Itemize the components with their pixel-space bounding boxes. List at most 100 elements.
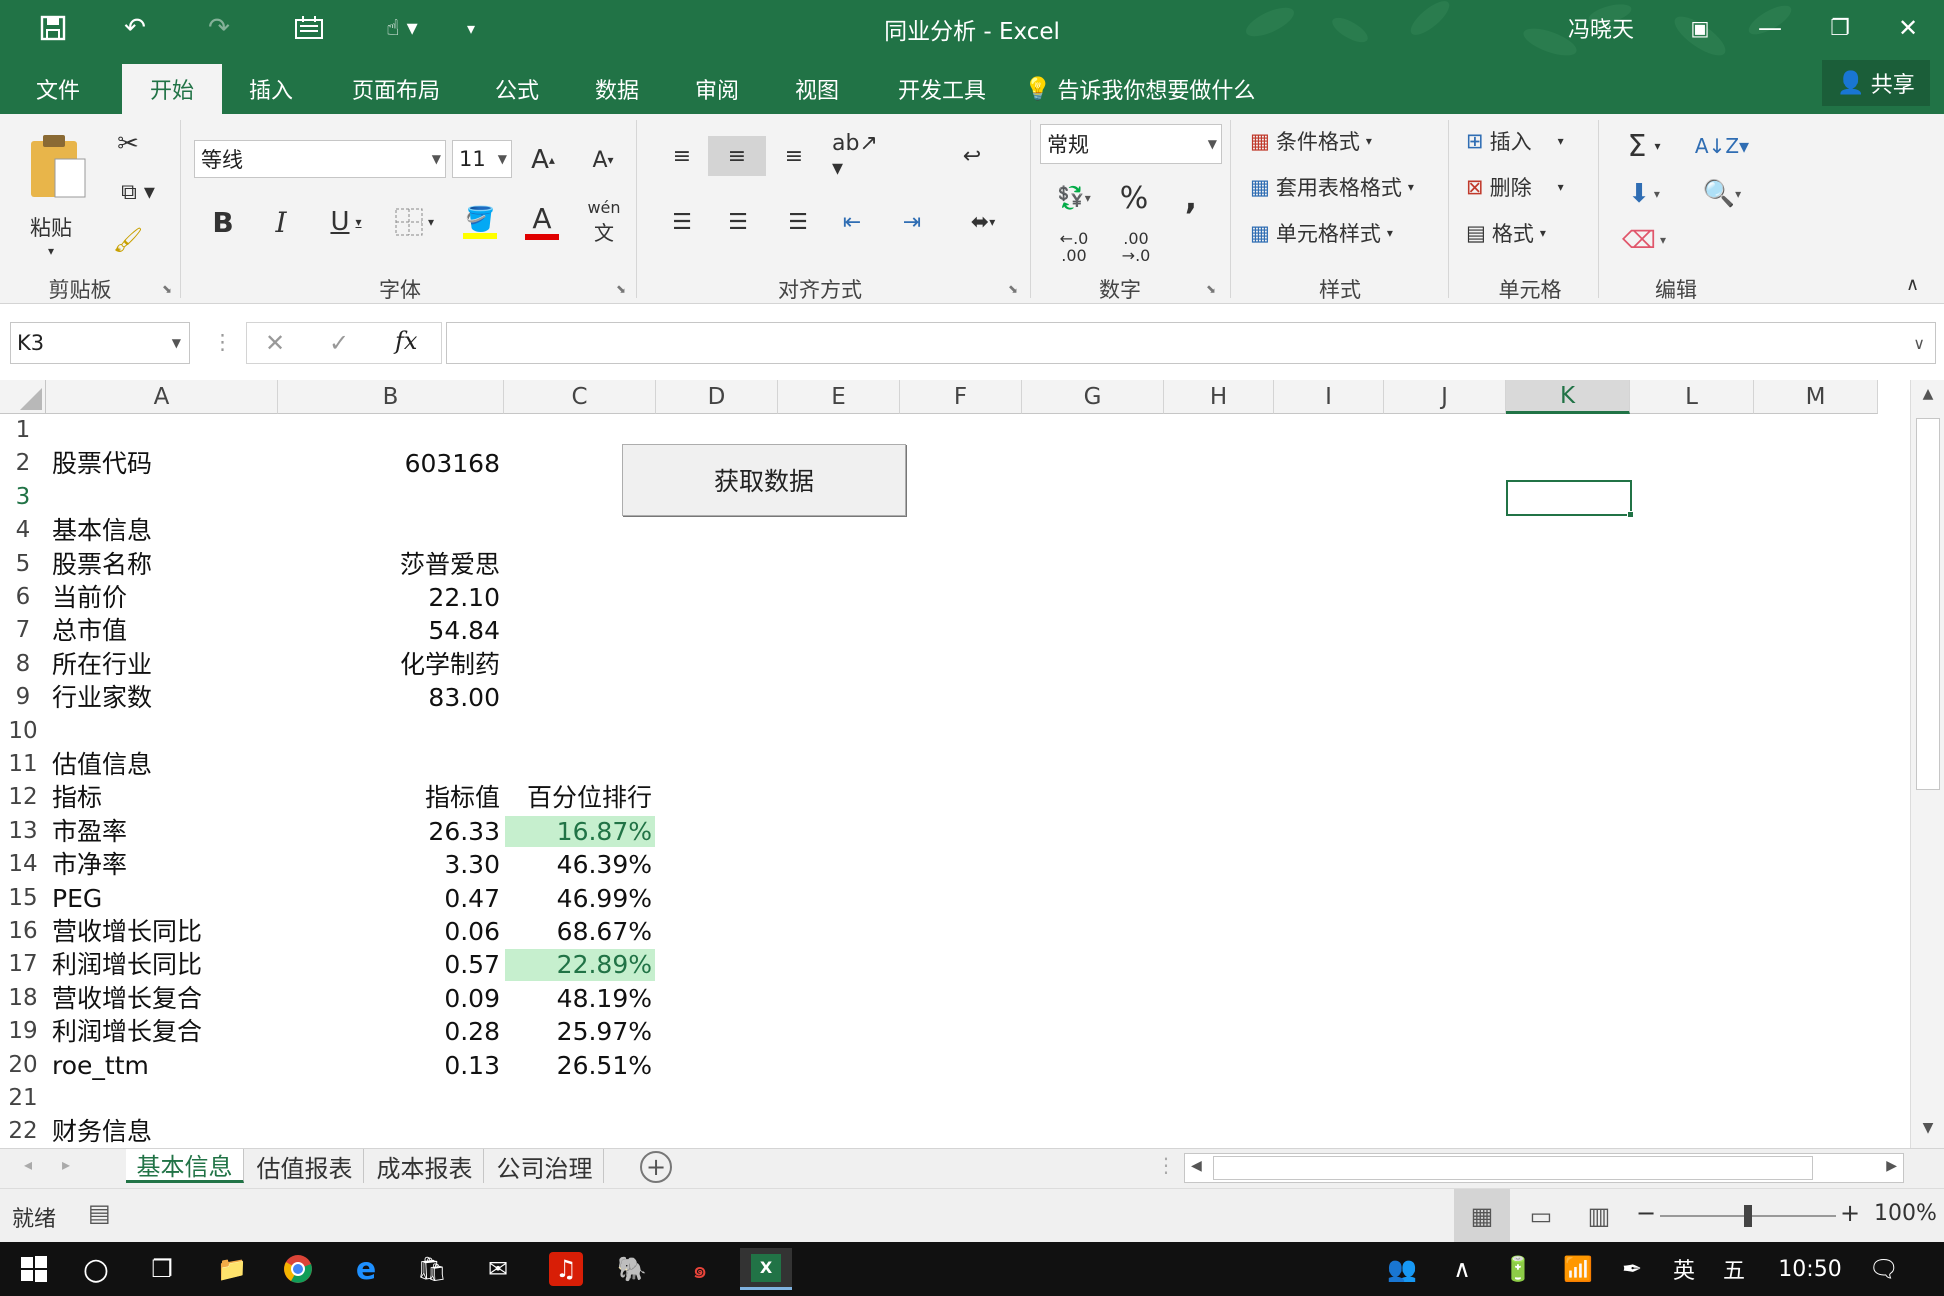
row-header-13[interactable]: 13 [0,815,46,848]
tell-me-box[interactable]: 💡 告诉我你想要做什么 [1024,64,1264,114]
decrease-indent-icon[interactable]: ⇤ [830,202,874,242]
cell-a6[interactable]: 当前价 [52,581,127,614]
postgres-elephant-icon[interactable]: 🐘 [606,1248,658,1290]
battery-icon[interactable]: 🔋 [1492,1248,1544,1290]
align-right-icon[interactable]: ☰ [776,202,820,242]
share-button[interactable]: 👤 共享 [1822,60,1930,106]
column-header-i[interactable]: I [1274,380,1384,414]
tab-page-layout[interactable]: 页面布局 [334,64,458,114]
bottom-align-icon[interactable]: ≡ [772,136,816,176]
insert-function-icon[interactable]: fx [395,327,417,355]
cell-b9[interactable]: 83.00 [278,681,500,714]
cell-b5[interactable]: 莎普爱思 [278,548,500,581]
decrease-decimal-icon[interactable]: .00 →.0 [1112,224,1160,270]
app-swirl-icon[interactable]: ๑ [674,1248,726,1290]
cell-b7[interactable]: 54.84 [278,614,500,647]
cell-b14[interactable]: 3.30 [278,848,500,881]
column-header-c[interactable]: C [504,380,656,414]
row-header-20[interactable]: 20 [0,1049,46,1082]
increase-decimal-icon[interactable]: ←.0 .00 [1050,224,1098,270]
cell-b12[interactable]: 指标值 [278,781,500,814]
wifi-icon[interactable]: 📶 [1552,1248,1604,1290]
cell-b13[interactable]: 26.33 [278,815,500,848]
sheet-tab-governance[interactable]: 公司治理 [486,1149,604,1183]
font-color-icon[interactable]: A [512,200,572,244]
excel-taskbar-icon[interactable]: X [740,1248,792,1290]
clipboard-launcher-icon[interactable]: ⬊ [162,282,172,296]
clear-icon[interactable]: ⌫ ▾ [1614,218,1674,262]
cell-a19[interactable]: 利润增长复合 [52,1015,202,1048]
restore-icon[interactable]: ❐ [1812,6,1868,50]
pen-icon[interactable]: ✒ [1606,1248,1658,1290]
cut-icon[interactable]: ✂ [108,126,148,162]
scroll-down-icon[interactable]: ▼ [1915,1120,1941,1144]
column-header-a[interactable]: A [46,380,278,414]
row-header-3[interactable]: 3 [0,481,46,514]
tab-home[interactable]: 开始 [122,64,222,114]
cell-a15[interactable]: PEG [52,882,102,915]
cell-styles-button[interactable]: ▦ 单元格样式 ▾ [1250,218,1393,248]
sheet-tab-cost[interactable]: 成本报表 [366,1149,484,1183]
cell-a11[interactable]: 估值信息 [52,748,152,781]
shrink-font-icon[interactable]: A ▾ [586,142,620,178]
align-center-icon[interactable]: ☰ [716,202,760,242]
number-format-field[interactable]: 常规 ▼ [1040,124,1222,164]
cell-a12[interactable]: 指标 [52,781,102,814]
vertical-scroll-thumb[interactable] [1916,418,1940,790]
clock-time[interactable]: 10:50 [1770,1248,1850,1290]
action-center-icon[interactable]: 🗨 [1858,1248,1910,1290]
fetch-data-button[interactable]: 获取数据 [622,444,906,516]
column-header-d[interactable]: D [656,380,778,414]
merge-center-icon[interactable]: ⬌ ▾ [948,202,1018,242]
cell-c14[interactable]: 46.39% [504,848,652,881]
cell-b16[interactable]: 0.06 [278,915,500,948]
cell-c19[interactable]: 25.97% [504,1015,652,1048]
row-header-15[interactable]: 15 [0,882,46,915]
cell-a7[interactable]: 总市值 [52,614,127,647]
prev-sheet-icon[interactable]: ◂ [24,1155,32,1174]
row-header-14[interactable]: 14 [0,848,46,881]
cell-a13[interactable]: 市盈率 [52,815,127,848]
windows-start-icon[interactable] [8,1248,60,1290]
formula-bar-handle-icon[interactable]: ⋮ [212,330,233,354]
vertical-scrollbar[interactable]: ▲ ▼ [1910,380,1944,1148]
cell-a2[interactable]: 股票代码 [52,447,152,480]
cell-b2[interactable]: 603168 [278,447,500,480]
ribbon-display-options-icon[interactable]: ▣ [1672,6,1728,50]
cell-c15[interactable]: 46.99% [504,882,652,915]
tray-chevron-icon[interactable]: ∧ [1436,1248,1488,1290]
column-header-b[interactable]: B [278,380,504,414]
increase-indent-icon[interactable]: ⇥ [890,202,934,242]
format-as-table-button[interactable]: ▦ 套用表格格式 ▾ [1250,172,1414,202]
cell-b18[interactable]: 0.09 [278,982,500,1015]
row-header-16[interactable]: 16 [0,915,46,948]
column-header-h[interactable]: H [1164,380,1274,414]
row-header-10[interactable]: 10 [0,715,46,748]
zoom-slider-thumb[interactable] [1744,1205,1752,1227]
orientation-icon[interactable]: ab↗ ▾ [832,131,892,181]
comma-style-icon[interactable]: , [1176,176,1206,220]
cell-c13[interactable]: 16.87% [504,815,652,848]
number-launcher-icon[interactable]: ⬊ [1206,282,1216,296]
cell-a9[interactable]: 行业家数 [52,681,152,714]
mail-icon[interactable]: ✉ [472,1248,524,1290]
paste-icon[interactable] [22,126,92,206]
cell-c20[interactable]: 26.51% [504,1049,652,1082]
column-header-m[interactable]: M [1754,380,1878,414]
sort-filter-icon[interactable]: A↓Z▾ [1694,124,1750,168]
find-select-icon[interactable]: 🔍 ▾ [1694,172,1750,216]
top-align-icon[interactable]: ≡ [660,136,704,176]
row-header-8[interactable]: 8 [0,648,46,681]
collapse-ribbon-icon[interactable]: ∧ [1906,274,1919,295]
page-break-view-icon[interactable]: ▥ [1574,1189,1624,1243]
row-header-4[interactable]: 4 [0,514,46,547]
formula-input[interactable]: ∨ [446,322,1936,364]
paste-label[interactable]: 粘贴 [30,212,72,242]
cell-c17[interactable]: 22.89% [504,948,652,981]
row-header-22[interactable]: 22 [0,1115,46,1148]
format-cells-button[interactable]: ▤ 格式 ▾ [1466,218,1546,248]
tab-formulas[interactable]: 公式 [476,64,558,114]
borders-icon[interactable]: ▾ [384,202,444,242]
font-launcher-icon[interactable]: ⬊ [616,282,626,296]
percent-style-icon[interactable]: % [1116,176,1152,220]
